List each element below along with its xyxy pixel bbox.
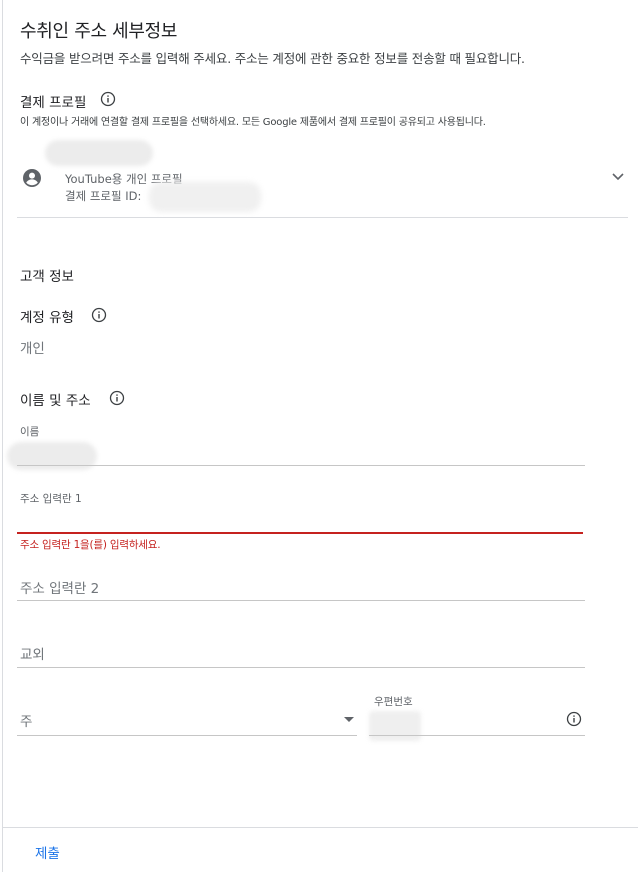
profile-id-redacted [149, 182, 261, 212]
profile-divider [17, 217, 628, 218]
info-icon[interactable] [91, 307, 107, 323]
state-select-placeholder: 주 [20, 714, 33, 730]
chevron-down-icon[interactable] [609, 170, 627, 184]
postal-field-underline [369, 735, 585, 736]
account-circle-icon [23, 169, 41, 187]
address1-error-message: 주소 입력란 1을(를) 입력하세요. [20, 539, 161, 551]
footer-divider [3, 827, 638, 828]
account-type-value: 개인 [20, 341, 45, 357]
submit-button[interactable]: 제출 [35, 842, 60, 862]
address1-field-underline [17, 532, 583, 534]
address2-field-underline [17, 600, 585, 601]
city-field[interactable]: 교외 [20, 643, 45, 663]
profile-id-label: 결제 프로필 ID: [65, 189, 142, 203]
form-panel: 수취인 주소 세부정보 수익금을 받으려면 주소를 입력해 주세요. 주소는 계… [2, 0, 638, 872]
dropdown-arrow-icon[interactable] [343, 716, 355, 724]
address1-field[interactable] [17, 487, 585, 533]
info-icon[interactable] [109, 390, 125, 406]
customer-info-heading: 고객 정보 [20, 269, 74, 285]
account-type-label: 계정 유형 [20, 310, 74, 326]
name-field[interactable] [17, 420, 585, 466]
postal-value-redacted [369, 711, 421, 741]
state-select-underline [17, 735, 357, 736]
payment-profile-description: 이 계정이나 거래에 연결할 결제 프로필을 선택하세요. 모든 Google … [20, 117, 486, 128]
info-icon[interactable] [566, 711, 582, 727]
address2-field[interactable]: 주소 입력란 2 [20, 577, 99, 597]
page-subtitle: 수익금을 받으려면 주소를 입력해 주세요. 주소는 계정에 관한 중요한 정보… [20, 51, 525, 66]
name-address-label: 이름 및 주소 [20, 393, 91, 409]
state-select[interactable] [17, 700, 357, 736]
info-icon[interactable] [100, 91, 116, 107]
payment-profile-label: 결제 프로필 [20, 95, 87, 111]
page-title: 수취인 주소 세부정보 [20, 21, 178, 42]
name-field-underline [17, 465, 585, 466]
city-field-underline [17, 667, 585, 668]
profile-name-redacted [45, 140, 153, 166]
